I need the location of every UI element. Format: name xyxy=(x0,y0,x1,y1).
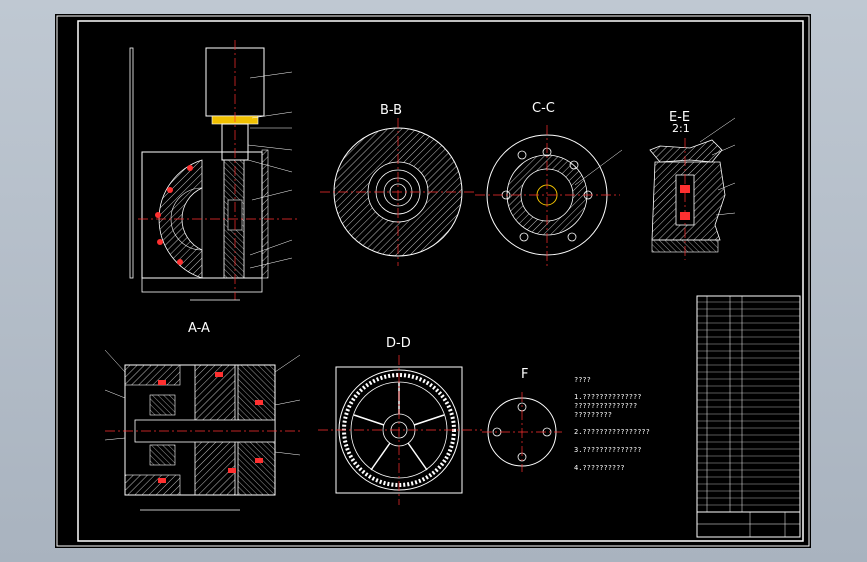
notes-line-4: 4.?????????? xyxy=(574,464,625,472)
notes-line-1: 1.?????????????? xyxy=(574,393,642,401)
drawing-sheet xyxy=(55,14,811,548)
sheet-background xyxy=(55,14,811,548)
notes-line-3: 3.?????????????? xyxy=(574,446,642,454)
notes-line-1b: ??????????????? xyxy=(574,402,638,410)
notes-line-1c: ????????? xyxy=(574,411,612,419)
view-label-cc: C-C xyxy=(532,101,555,116)
view-label-aa: A-A xyxy=(188,321,210,336)
view-scale-ee: 2:1 xyxy=(672,122,690,135)
notes-heading: ???? xyxy=(574,376,591,384)
view-label-dd: D-D xyxy=(386,336,411,351)
view-label-f: F xyxy=(521,367,529,382)
view-label-bb: B-B xyxy=(380,103,403,118)
notes-line-2: 2.???????????????? xyxy=(574,428,650,436)
